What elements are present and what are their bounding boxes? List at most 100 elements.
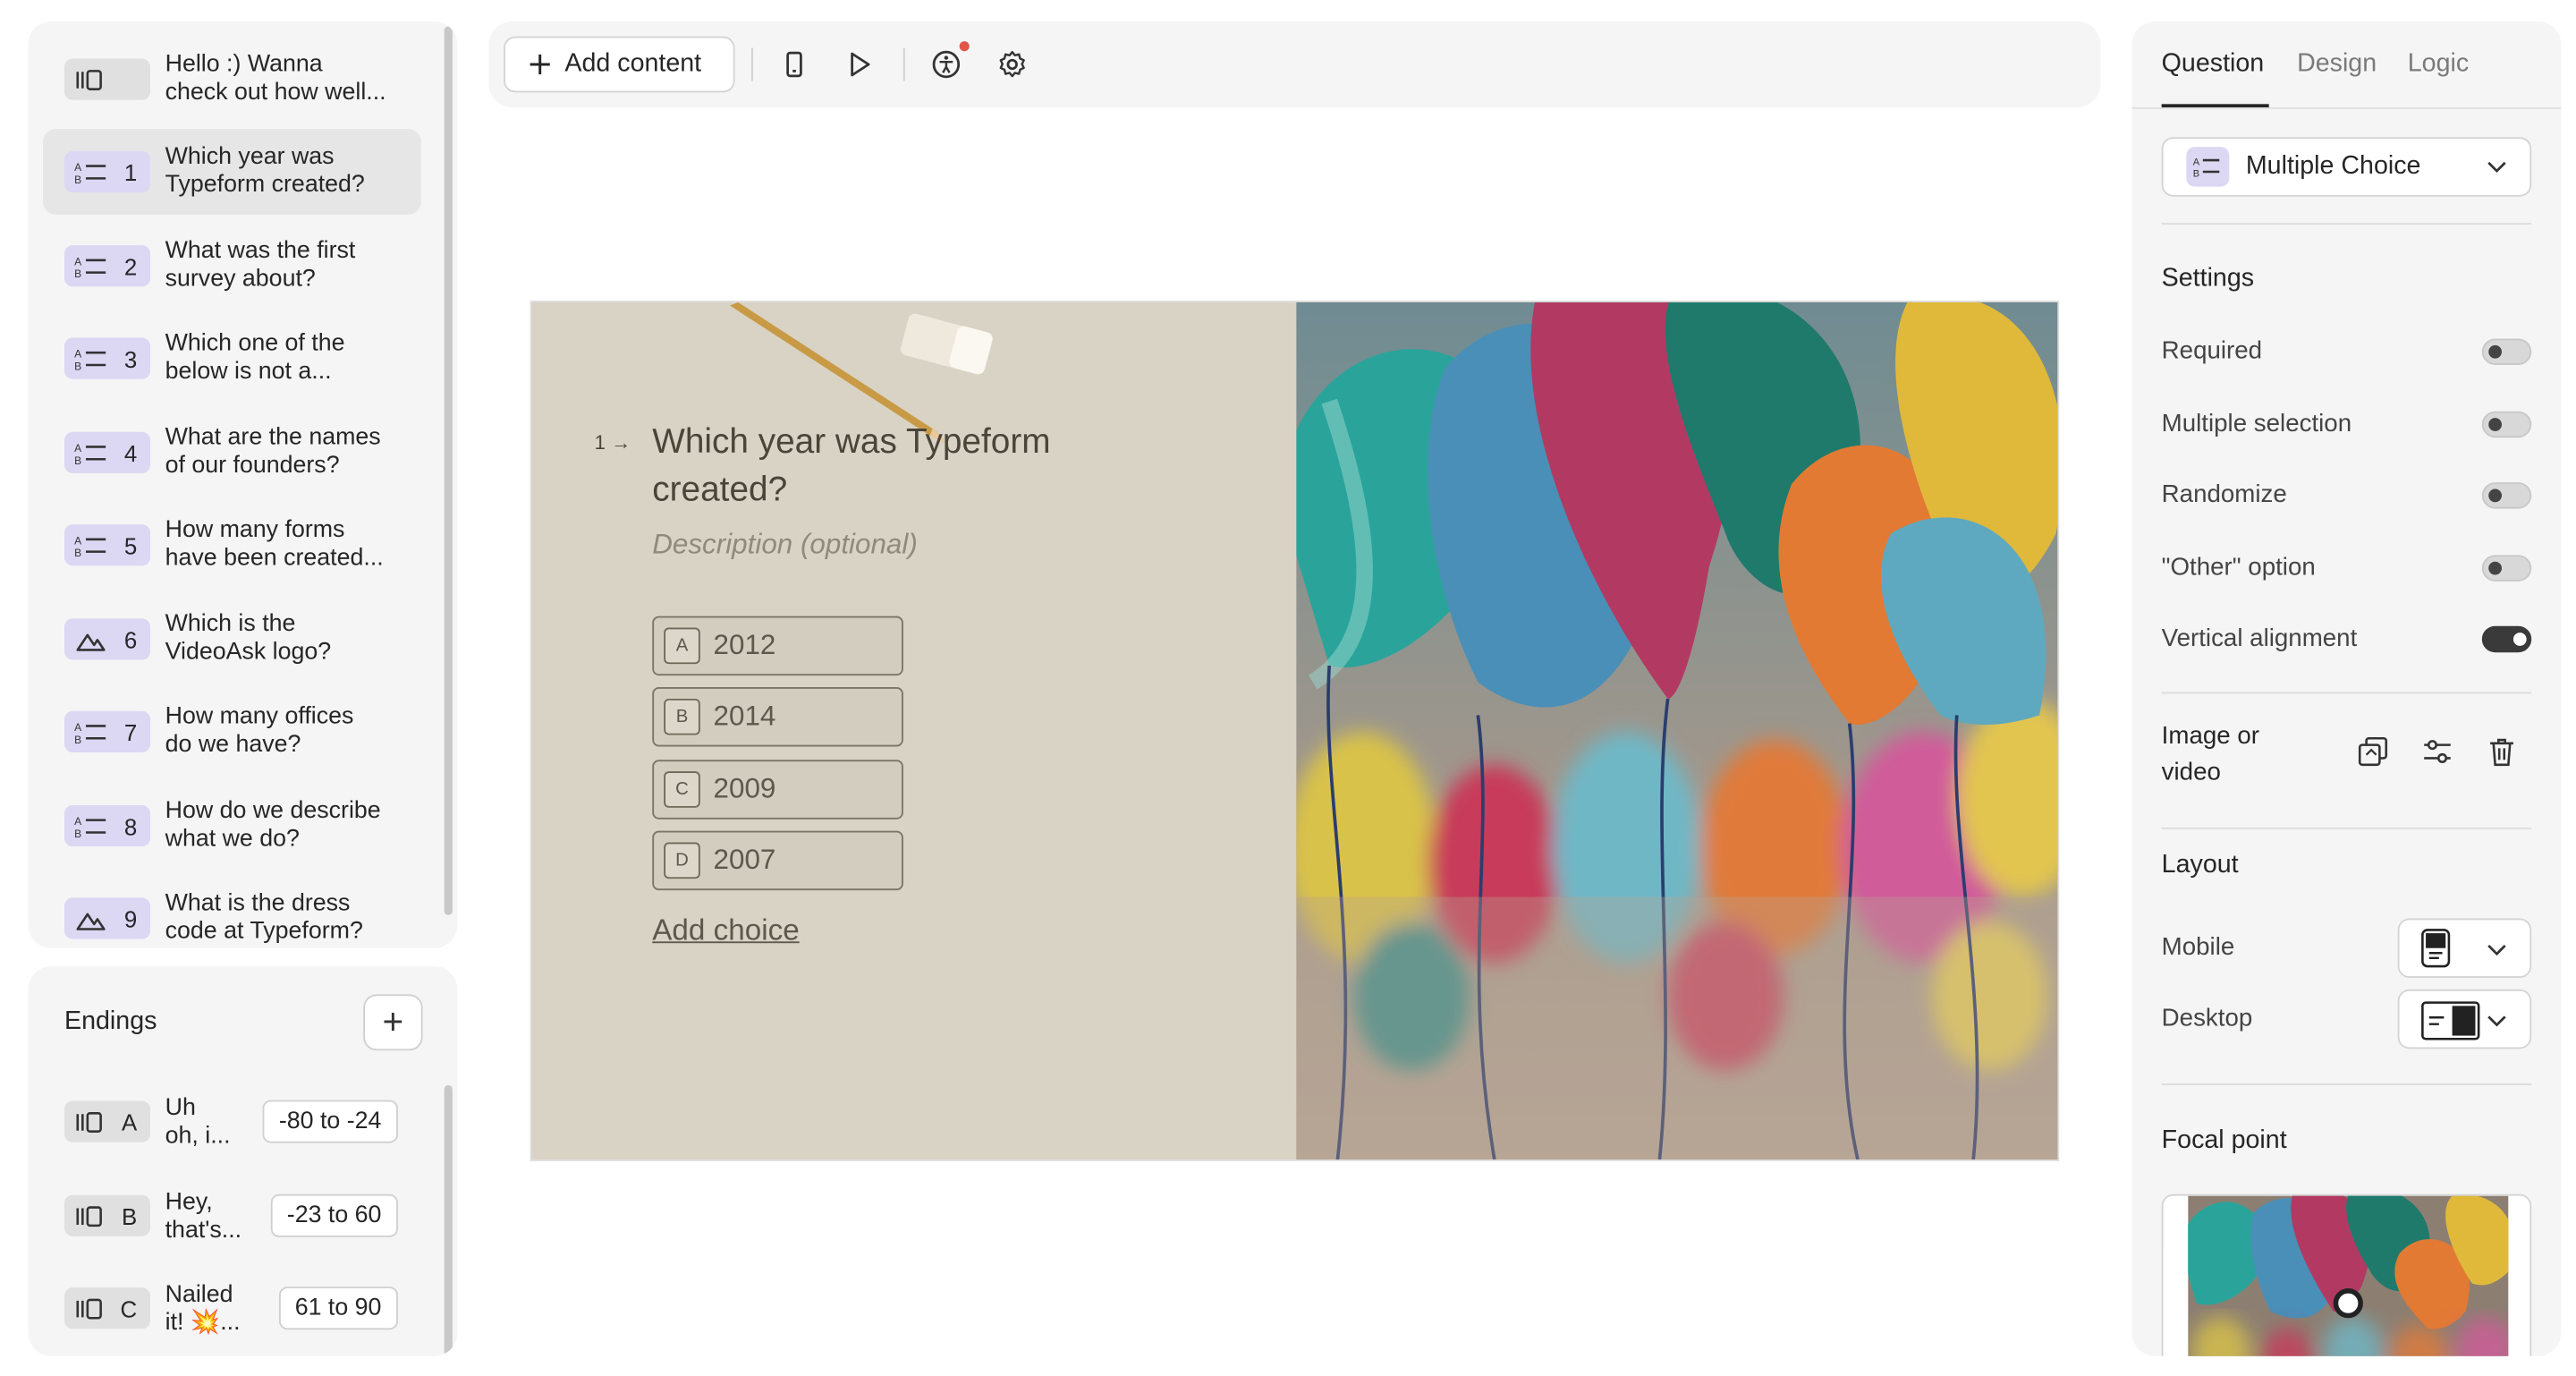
mobile-layout-select[interactable] xyxy=(2397,918,2532,978)
chevron-down-icon xyxy=(2487,944,2506,956)
question-label: Which year was Typeform created? xyxy=(165,143,365,199)
question-label: How many forms have been created... xyxy=(165,516,384,572)
question-number: 6 xyxy=(123,625,138,653)
desktop-layout-icon xyxy=(2421,1001,2480,1040)
picture-choice-icon: 6 xyxy=(64,618,151,660)
svg-text:B: B xyxy=(74,454,81,464)
ending-key: C xyxy=(120,1295,138,1321)
question-number: 8 xyxy=(123,812,138,839)
choice-key: D xyxy=(664,842,700,879)
multiple-choice-icon: AB 4 xyxy=(64,431,151,473)
question-index: 1 → xyxy=(594,430,631,454)
replace-media-icon[interactable] xyxy=(2357,735,2390,769)
focal-point-title: Focal point xyxy=(2161,1126,2287,1155)
question-item[interactable]: A B 7 How many offices do we have? xyxy=(43,689,421,775)
tab-logic[interactable]: Logic xyxy=(2408,49,2469,79)
desktop-layout-select[interactable] xyxy=(2397,989,2532,1049)
question-item[interactable]: A B 1 Which year was Typeform created? xyxy=(43,129,421,216)
setting-toggle[interactable] xyxy=(2481,338,2532,366)
multiple-choice-icon: AB 1 xyxy=(64,150,151,193)
multiple-choice-icon: AB 2 xyxy=(64,245,151,287)
balloons-image[interactable] xyxy=(1296,302,2058,1160)
question-label: How many offices do we have? xyxy=(165,703,354,759)
question-item[interactable]: A B 8 How do we describe what we do? xyxy=(43,783,421,869)
question-item[interactable]: A B 3 Which one of the below is not a... xyxy=(43,316,421,402)
question-number: 5 xyxy=(123,531,138,559)
question-label: How do we describe what we do? xyxy=(165,797,381,853)
question-list-panel: Hello :) Wanna check out how well... A B 1 W… xyxy=(28,21,458,948)
question-item[interactable]: A B 2 What was the first survey about? xyxy=(43,223,421,309)
focal-point-handle[interactable] xyxy=(2333,1288,2363,1319)
add-content-button[interactable]: Add content xyxy=(504,36,735,93)
svg-text:A: A xyxy=(74,814,81,827)
question-item[interactable]: A B 5 How many forms have been created... xyxy=(43,502,421,588)
layout-title: Layout xyxy=(2161,850,2239,879)
plus-icon: + xyxy=(382,1000,404,1042)
question-item[interactable]: 9 What is the dress code at Typeform? xyxy=(43,875,421,947)
accessibility-icon[interactable] xyxy=(929,48,962,81)
multiple-choice-icon: AB 8 xyxy=(64,805,151,847)
question-item[interactable]: A B 4 What are the names of our founders? xyxy=(43,410,421,496)
ending-score-range[interactable]: -23 to 60 xyxy=(270,1193,398,1237)
question-label: What is the dress code at Typeform? xyxy=(165,890,363,946)
question-card: 1 → Which year was Typeform created? Des… xyxy=(531,302,1297,1160)
question-description[interactable]: Description (optional) xyxy=(652,529,918,562)
settings-gear-icon[interactable] xyxy=(996,48,1029,81)
question-title[interactable]: Which year was Typeform created? xyxy=(652,418,1131,514)
ending-score-range[interactable]: 61 to 90 xyxy=(278,1287,398,1330)
ending-item[interactable]: A Uh oh, i... -80 to -24 xyxy=(64,1089,428,1155)
question-canvas: 1 → Which year was Typeform created? Des… xyxy=(530,301,2060,1161)
add-ending-button[interactable]: + xyxy=(363,994,423,1051)
picture-choice-icon: 9 xyxy=(64,897,151,939)
ending-item[interactable]: C Nailed it! 💥... 61 to 90 xyxy=(64,1275,428,1341)
question-item[interactable]: 6 Which is the VideoAsk logo? xyxy=(43,596,421,682)
add-choice-link[interactable]: Add choice xyxy=(652,913,799,948)
question-number: 4 xyxy=(123,439,138,466)
properties-panel: Question Design Logic AB Multiple Choice… xyxy=(2131,21,2562,1356)
ending-item[interactable]: B Hey, that's... -23 to 60 xyxy=(64,1183,428,1249)
mobile-preview-icon[interactable] xyxy=(778,48,811,81)
play-preview-icon[interactable] xyxy=(843,48,876,81)
focal-point-picker[interactable] xyxy=(2161,1193,2532,1356)
answer-choice[interactable]: A 2012 xyxy=(652,616,903,676)
trash-icon[interactable] xyxy=(2486,735,2519,769)
question-list-scrollbar[interactable] xyxy=(444,26,453,915)
setting-label: Vertical alignment xyxy=(2161,624,2358,653)
tab-design[interactable]: Design xyxy=(2297,49,2377,79)
welcome-screen-icon xyxy=(64,58,151,100)
tab-question[interactable]: Question xyxy=(2162,49,2265,79)
question-number: 9 xyxy=(123,905,138,932)
endings-scrollbar[interactable] xyxy=(444,1084,453,1356)
question-type-select[interactable]: AB Multiple Choice xyxy=(2161,137,2532,197)
svg-text:B: B xyxy=(74,546,81,556)
ending-score-range[interactable]: -80 to -24 xyxy=(262,1100,398,1143)
endings-title: Endings xyxy=(64,1007,157,1036)
question-label: What was the first survey about? xyxy=(165,237,356,293)
answer-choice[interactable]: B 2014 xyxy=(652,687,903,747)
focal-thumbnail xyxy=(2188,1195,2509,1356)
toolbar: Add content xyxy=(488,21,2101,108)
svg-text:A: A xyxy=(74,254,81,267)
choice-value: 2014 xyxy=(713,700,776,732)
setting-toggle[interactable] xyxy=(2481,482,2532,509)
chevron-down-icon xyxy=(2487,161,2506,174)
question-number: 2 xyxy=(123,252,138,280)
adjust-sliders-icon[interactable] xyxy=(2421,735,2454,769)
question-label: Hello :) Wanna check out how well... xyxy=(165,51,386,106)
question-item[interactable]: Hello :) Wanna check out how well... xyxy=(43,37,421,123)
svg-text:A: A xyxy=(74,160,81,173)
svg-text:A: A xyxy=(74,720,81,733)
chevron-down-icon xyxy=(2487,1015,2506,1027)
choice-key: C xyxy=(664,771,700,808)
answer-choice[interactable]: C 2009 xyxy=(652,760,903,820)
desktop-layout-label: Desktop xyxy=(2161,1004,2253,1032)
setting-toggle[interactable] xyxy=(2481,555,2532,582)
question-number: 1 xyxy=(123,158,138,185)
svg-text:B: B xyxy=(2193,169,2199,179)
answer-choice[interactable]: D 2007 xyxy=(652,830,903,891)
svg-text:A: A xyxy=(2193,157,2200,168)
svg-text:B: B xyxy=(74,267,81,277)
svg-text:B: B xyxy=(74,827,81,837)
setting-toggle[interactable] xyxy=(2481,411,2532,438)
setting-toggle[interactable] xyxy=(2481,625,2532,653)
